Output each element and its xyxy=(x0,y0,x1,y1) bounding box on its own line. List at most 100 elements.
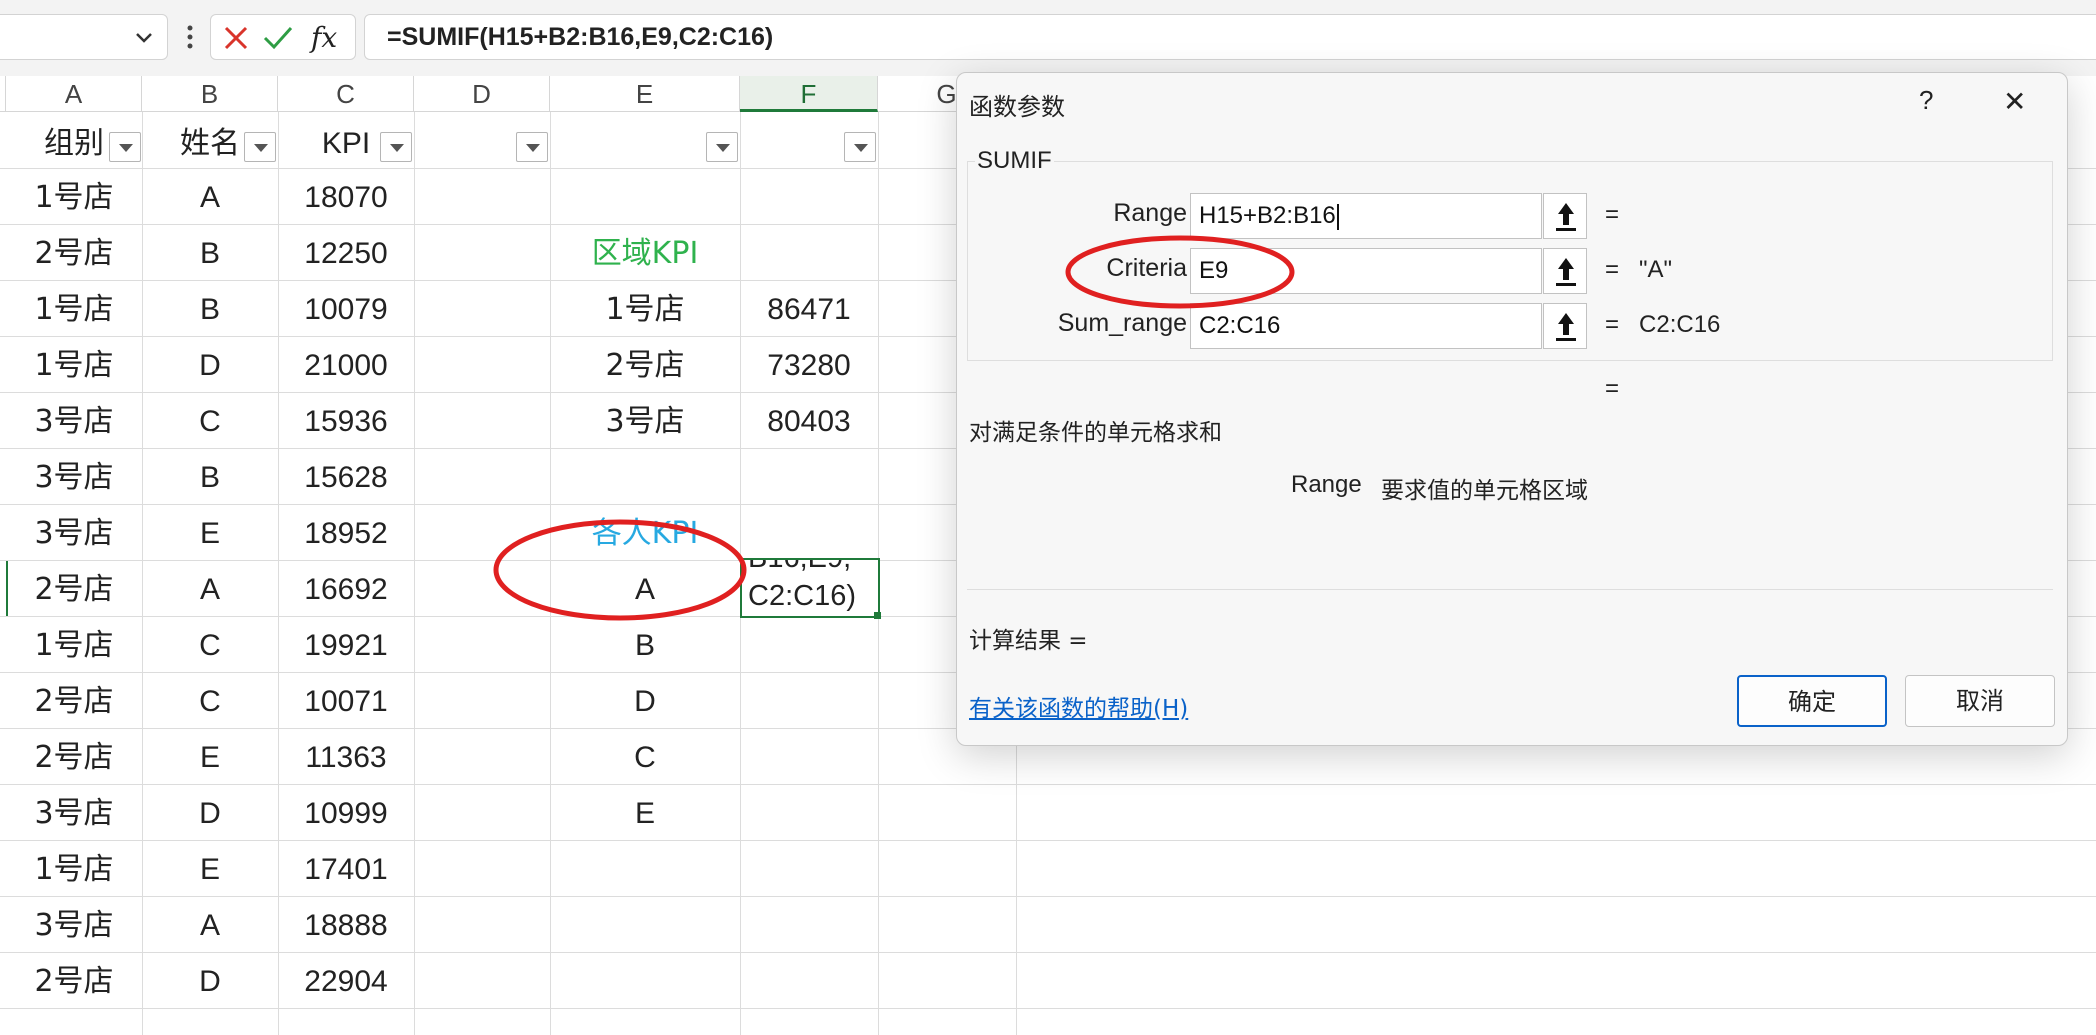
cell-kpi[interactable]: 18888 xyxy=(278,898,414,954)
cell-name[interactable]: C xyxy=(142,674,278,730)
cell-name[interactable]: A xyxy=(142,562,278,618)
region-store[interactable]: 2号店 xyxy=(550,338,740,394)
cell-name[interactable]: D xyxy=(142,954,278,1010)
column-header-f[interactable]: F xyxy=(740,76,878,112)
person-name[interactable]: E xyxy=(550,786,740,842)
region-value[interactable]: 73280 xyxy=(740,338,878,394)
function-icon[interactable]: fx xyxy=(311,21,337,54)
cell-kpi[interactable]: 18952 xyxy=(278,506,414,562)
result-label: 计算结果 = xyxy=(969,628,1088,654)
cell-group[interactable]: 1号店 xyxy=(6,338,142,394)
cell-group[interactable]: 1号店 xyxy=(6,618,142,674)
person-name[interactable]: D xyxy=(550,674,740,730)
help-link[interactable]: 有关该函数的帮助(H) xyxy=(969,689,1188,723)
upload-arrow-icon xyxy=(1556,258,1576,286)
fill-handle[interactable] xyxy=(874,612,881,619)
filter-dropdown-icon[interactable] xyxy=(244,132,276,162)
cell-group[interactable]: 3号店 xyxy=(6,506,142,562)
collapse-dialog-button[interactable] xyxy=(1543,193,1587,239)
cell-name[interactable]: D xyxy=(142,786,278,842)
cell-kpi[interactable]: 15628 xyxy=(278,450,414,506)
active-cell-editor[interactable]: B16,E9, C2:C16) xyxy=(740,558,880,618)
cell-kpi[interactable]: 19921 xyxy=(278,618,414,674)
cell-kpi[interactable]: 15936 xyxy=(278,394,414,450)
ok-button[interactable]: 确定 xyxy=(1737,675,1887,727)
sum-range-label: Sum_range xyxy=(1057,309,1187,337)
formula-buttons: fx xyxy=(210,14,356,60)
cell-kpi[interactable]: 10071 xyxy=(278,674,414,730)
cell-name[interactable]: A xyxy=(142,170,278,226)
formula-input[interactable]: =SUMIF(H15+B2:B16,E9,C2:C16) xyxy=(364,14,2096,60)
cancel-button[interactable]: 取消 xyxy=(1905,675,2055,727)
enter-icon[interactable] xyxy=(263,25,293,51)
cell-kpi[interactable]: 12250 xyxy=(278,226,414,282)
cell-name[interactable]: C xyxy=(142,618,278,674)
cell-kpi[interactable]: 17401 xyxy=(278,842,414,898)
name-box[interactable] xyxy=(0,14,168,60)
region-store[interactable]: 3号店 xyxy=(550,394,740,450)
cell-group[interactable]: 1号店 xyxy=(6,170,142,226)
cell-group[interactable]: 1号店 xyxy=(6,842,142,898)
person-name[interactable]: B xyxy=(550,618,740,674)
cell-kpi[interactable]: 21000 xyxy=(278,338,414,394)
arg-name: Range xyxy=(1291,471,1362,498)
filter-dropdown-icon[interactable] xyxy=(706,132,738,162)
region-kpi-title[interactable]: 区域KPI xyxy=(550,226,740,282)
cell-group[interactable]: 2号店 xyxy=(6,562,142,618)
cell-name[interactable]: D xyxy=(142,338,278,394)
column-header-e[interactable]: E xyxy=(550,76,740,112)
collapse-dialog-button[interactable] xyxy=(1543,303,1587,349)
cell-name[interactable]: B xyxy=(142,282,278,338)
column-header-c[interactable]: C xyxy=(278,76,414,112)
cell-name[interactable]: B xyxy=(142,226,278,282)
cell-kpi[interactable]: 16692 xyxy=(278,562,414,618)
region-store[interactable]: 1号店 xyxy=(550,282,740,338)
cell-name[interactable]: C xyxy=(142,394,278,450)
cell-kpi[interactable]: 18070 xyxy=(278,170,414,226)
cell-kpi[interactable]: 10999 xyxy=(278,786,414,842)
help-icon[interactable]: ? xyxy=(1919,85,1933,116)
cell-group[interactable]: 3号店 xyxy=(6,786,142,842)
cell-group[interactable]: 3号店 xyxy=(6,450,142,506)
cell-group[interactable]: 2号店 xyxy=(6,954,142,1010)
filter-dropdown-icon[interactable] xyxy=(109,132,141,162)
column-header-b[interactable]: B xyxy=(142,76,278,112)
formula-text: =SUMIF(H15+B2:B16,E9,C2:C16) xyxy=(387,23,774,51)
region-value[interactable]: 86471 xyxy=(740,282,878,338)
cell-kpi[interactable]: 10079 xyxy=(278,282,414,338)
function-arguments-dialog: 函数参数 ? ✕ SUMIF Range H15+B2:B16 = Criter… xyxy=(956,72,2068,746)
cell-group[interactable]: 2号店 xyxy=(6,674,142,730)
cell-name[interactable]: A xyxy=(142,898,278,954)
cell-name[interactable]: E xyxy=(142,506,278,562)
cell-name[interactable]: E xyxy=(142,730,278,786)
divider xyxy=(967,589,2053,590)
dialog-title: 函数参数 xyxy=(969,93,1065,121)
cell-group[interactable]: 2号店 xyxy=(6,730,142,786)
column-header-d[interactable]: D xyxy=(414,76,550,112)
chevron-down-icon xyxy=(136,33,152,43)
arg-description: 要求值的单元格区域 xyxy=(1381,478,1588,504)
filter-dropdown-icon[interactable] xyxy=(516,132,548,162)
cell-name[interactable]: E xyxy=(142,842,278,898)
column-header-a[interactable]: A xyxy=(6,76,142,112)
close-icon[interactable]: ✕ xyxy=(2003,85,2026,118)
cell-name[interactable]: B xyxy=(142,450,278,506)
function-name: SUMIF xyxy=(975,147,1054,175)
upload-arrow-icon xyxy=(1556,203,1576,231)
cell-kpi[interactable]: 11363 xyxy=(278,730,414,786)
cell-group[interactable]: 3号店 xyxy=(6,898,142,954)
region-value[interactable]: 80403 xyxy=(740,394,878,450)
cell-group[interactable]: 3号店 xyxy=(6,394,142,450)
collapse-dialog-button[interactable] xyxy=(1543,248,1587,294)
person-name[interactable]: C xyxy=(550,730,740,786)
editing-text-line1: B16,E9, xyxy=(748,558,852,574)
cell-kpi[interactable]: 22904 xyxy=(278,954,414,1010)
annotation-ellipse xyxy=(1065,235,1295,309)
more-options-icon[interactable] xyxy=(186,24,194,55)
cell-group[interactable]: 2号店 xyxy=(6,226,142,282)
cell-group[interactable]: 1号店 xyxy=(6,282,142,338)
cancel-icon[interactable] xyxy=(223,25,249,51)
text-cursor xyxy=(1336,203,1339,230)
filter-dropdown-icon[interactable] xyxy=(380,132,412,162)
filter-dropdown-icon[interactable] xyxy=(844,132,876,162)
